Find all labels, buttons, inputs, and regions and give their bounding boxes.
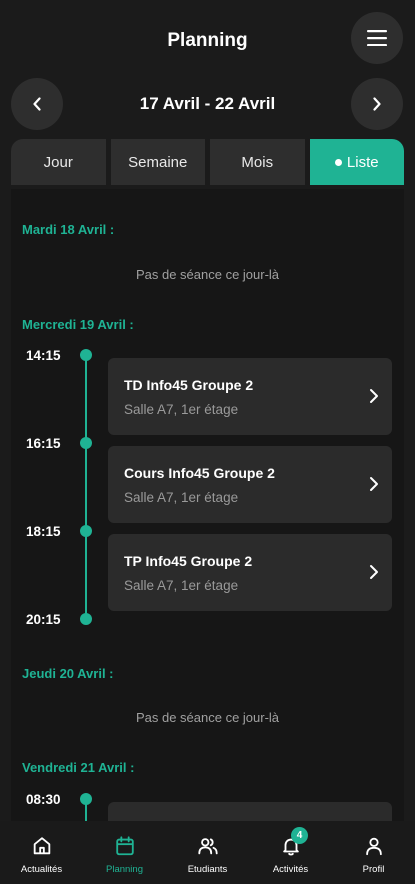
timeline-line [85, 355, 87, 619]
nav-item-activites[interactable]: 4 Activités [249, 821, 332, 884]
day-heading: Mercredi 19 Avril : [22, 317, 134, 332]
next-week-button[interactable] [351, 78, 403, 130]
tab-liste[interactable]: Liste [309, 139, 404, 185]
tab-label: Jour [43, 153, 73, 171]
session-card[interactable]: TP Info45 Groupe 2 Salle A7, 1er étage [108, 534, 392, 611]
session-location: Salle A7, 1er étage [124, 490, 239, 505]
chevron-right-icon [370, 565, 378, 579]
session-card[interactable]: Cours Info45 Groupe 2 Salle A7, 1er étag… [108, 446, 392, 523]
nav-label: Etudiants [187, 864, 228, 875]
tab-label: Semaine [128, 153, 188, 171]
menu-button[interactable] [351, 12, 403, 64]
tab-label: Mois [241, 153, 274, 171]
calendar-icon [115, 836, 134, 856]
users-icon [197, 838, 218, 855]
view-tabs: Jour Semaine Mois Liste [11, 139, 404, 185]
active-dot-icon [334, 158, 342, 166]
hamburger-icon [367, 30, 387, 46]
tab-mois[interactable]: Mois [210, 139, 305, 185]
timeline-node [80, 525, 92, 537]
nav-item-planning[interactable]: Planning [83, 821, 166, 884]
session-card[interactable]: TD Info45 Groupe 2 Salle A7, 1er étage [108, 358, 392, 435]
nav-label: Actualités [20, 864, 63, 875]
chevron-right-icon [370, 389, 378, 403]
tab-jour[interactable]: Jour [11, 139, 106, 185]
time-label: 18:15 [26, 524, 61, 539]
timeline-node [80, 437, 92, 449]
session-location: Salle A7, 1er étage [124, 578, 239, 593]
nav-item-profil[interactable]: Profil [332, 821, 415, 884]
nav-label: Planning [106, 864, 143, 875]
nav-label: Activités [272, 864, 309, 875]
day-heading: Vendredi 21 Avril : [22, 760, 135, 775]
day-heading: Jeudi 20 Avril : [22, 666, 114, 681]
empty-day-text: Pas de séance ce jour-là [135, 710, 280, 725]
day-heading: Mardi 18 Avril : [22, 222, 115, 237]
session-title: TP Info45 Groupe 2 [124, 553, 253, 569]
session-card[interactable] [108, 802, 392, 821]
chevron-right-icon [370, 477, 378, 491]
session-location: Salle A7, 1er étage [124, 402, 239, 417]
time-label: 16:15 [26, 436, 61, 451]
bottom-navigation: Actualités Planning Etudiants 4 Activité… [0, 821, 415, 884]
notification-badge: 4 [291, 827, 308, 844]
nav-item-actualites[interactable]: Actualités [0, 821, 83, 884]
time-label: 20:15 [26, 612, 61, 627]
timeline-node [80, 613, 92, 625]
user-icon [365, 837, 382, 856]
session-title: TD Info45 Groupe 2 [124, 377, 254, 393]
empty-day-text: Pas de séance ce jour-là [135, 267, 280, 282]
timeline-node [80, 793, 92, 805]
timeline-node [80, 349, 92, 361]
home-icon [33, 837, 50, 855]
time-label: 14:15 [26, 348, 61, 363]
schedule-list[interactable]: Mardi 18 Avril : Pas de séance ce jour-l… [11, 189, 404, 821]
tab-semaine[interactable]: Semaine [110, 139, 205, 185]
nav-item-etudiants[interactable]: Etudiants [166, 821, 249, 884]
nav-label: Profil [362, 864, 385, 875]
chevron-right-icon [373, 97, 381, 111]
tab-label: Liste [346, 153, 379, 171]
header: Planning 17 Avril - 22 Avril Jour Semain… [0, 0, 415, 200]
session-title: Cours Info45 Groupe 2 [124, 465, 275, 481]
time-label: 08:30 [26, 792, 61, 807]
